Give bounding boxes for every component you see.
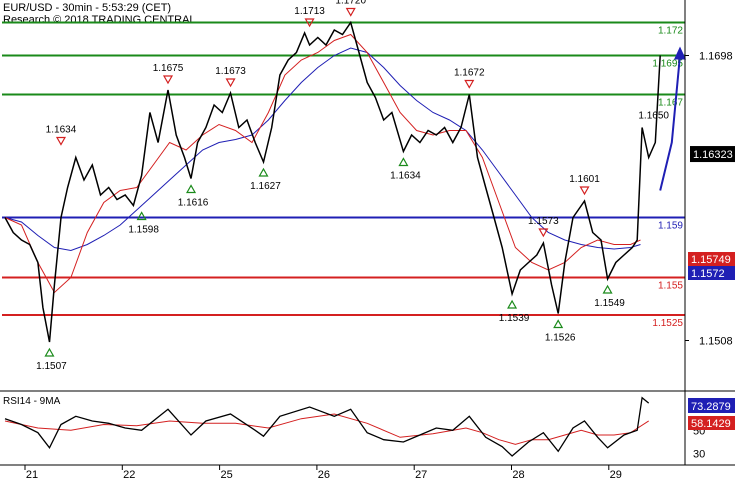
price-tick-label: 1.1508: [699, 336, 733, 348]
peak-label: 1.1713: [294, 6, 325, 17]
price-chart: 1.1721.16951.1671.1591.1551.1525 1.16341…: [0, 0, 735, 480]
peak-marker: [162, 75, 174, 85]
peak-label: 1.1673: [215, 66, 246, 77]
trough-label: 1.1526: [545, 333, 576, 344]
peak-marker: [538, 228, 549, 238]
time-tick-label: 27: [415, 469, 427, 480]
trough-label: 1.1627: [250, 181, 281, 192]
ma-badge-label: 1.1572: [691, 268, 725, 280]
level-label: 1.172: [658, 26, 683, 37]
peak-marker: [579, 186, 590, 196]
peak-label: 1.1672: [454, 68, 485, 79]
trough-marker: [553, 319, 564, 329]
rsi-line: [4, 396, 650, 457]
trough-marker: [602, 284, 613, 294]
level-label: 1.159: [658, 221, 683, 232]
peak-label: 1.1675: [153, 63, 184, 74]
trough-marker: [186, 184, 197, 194]
peak-marker: [225, 78, 236, 88]
trough-label: 1.1549: [594, 298, 625, 309]
level-label: 1.167: [658, 98, 683, 109]
rsi-panel: RSI14 - 9MA305073.287958.1429: [3, 396, 735, 461]
peak-marker: [464, 79, 475, 89]
peak-label: 1.1573: [528, 216, 559, 227]
time-tick-label: 26: [318, 469, 330, 480]
price-line: [4, 20, 661, 343]
axes: 1.1698 1.1508 1.16323 1.15749 1.1572 21 22 25 26…: [0, 0, 735, 480]
ma-badge-label: 1.15749: [691, 254, 731, 266]
peak-marker: [55, 136, 67, 146]
peak-label: 1.1634: [46, 125, 77, 136]
peak-label: 1.1720: [335, 0, 366, 7]
trough-label: 1.1598: [128, 225, 159, 236]
peak-marker: [345, 7, 356, 17]
trough-marker: [398, 157, 409, 167]
trough-label: 1.1539: [499, 313, 530, 324]
rsi-ma-badge-label: 58.1429: [691, 418, 731, 430]
price-series: [4, 20, 661, 343]
time-tick-label: 28: [512, 469, 524, 480]
peak-label: 1.1601: [569, 174, 600, 185]
time-tick-label: 29: [610, 469, 622, 480]
price-tick-label: 1.1698: [699, 51, 733, 63]
price-annotation: 1.1650: [638, 111, 669, 122]
current-price-label: 1.16323: [693, 149, 733, 161]
rsi-title: RSI14 - 9MA: [3, 396, 61, 407]
trough-label: 1.1616: [178, 198, 209, 209]
projection-arrowhead: [674, 46, 686, 60]
level-label: 1.155: [658, 281, 683, 292]
level-label: 1.1525: [652, 318, 683, 329]
time-tick-label: 25: [220, 469, 232, 480]
rsi-tick-label: 30: [693, 449, 705, 461]
time-tick-label: 22: [123, 469, 135, 480]
trough-marker: [507, 299, 518, 309]
trough-label: 1.1634: [390, 171, 421, 182]
rsi-badge-label: 73.2879: [691, 401, 731, 413]
trough-marker: [258, 167, 269, 177]
projection-line: [659, 55, 681, 191]
time-tick-label: 21: [26, 469, 38, 480]
trough-marker: [44, 347, 55, 357]
rsi-ma-line: [4, 413, 649, 445]
trough-label: 1.1507: [36, 361, 67, 372]
